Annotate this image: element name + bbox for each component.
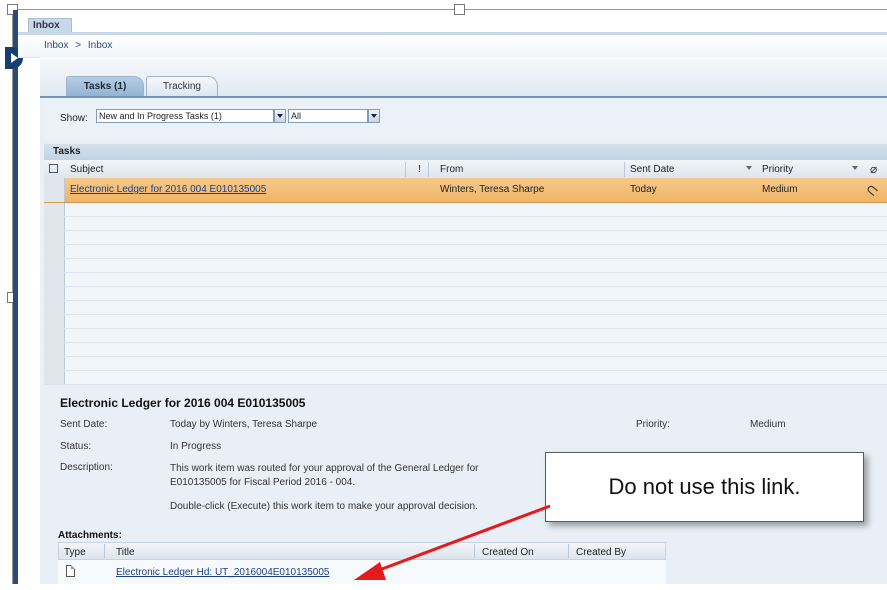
scope-filter-dropdown-icon[interactable] xyxy=(368,109,380,123)
table-row-empty xyxy=(44,273,887,287)
table-row-empty xyxy=(44,217,887,231)
priority-value: Medium xyxy=(750,419,786,430)
column-header-subject[interactable]: Subject xyxy=(70,164,103,175)
task-priority: Medium xyxy=(762,184,798,195)
column-header-flag[interactable]: ! xyxy=(418,164,421,175)
attachment-column-icon: ⌀ xyxy=(870,162,878,176)
inbox-tab[interactable]: Inbox xyxy=(28,18,72,32)
task-filter-dropdown-icon[interactable] xyxy=(274,109,286,123)
status-value: In Progress xyxy=(170,441,222,452)
column-separator xyxy=(104,544,105,558)
column-header-type[interactable]: Type xyxy=(64,547,86,558)
attachment-title-link[interactable]: Electronic Ledger Hd: UT_2016004E0101350… xyxy=(116,567,330,578)
task-filter-select[interactable]: New and In Progress Tasks (1) xyxy=(96,109,274,123)
column-header-from[interactable]: From xyxy=(440,164,463,175)
nav-strip xyxy=(13,10,18,584)
table-row-empty xyxy=(44,329,887,343)
column-header-priority[interactable]: Priority xyxy=(762,164,793,175)
table-row-empty xyxy=(44,245,887,259)
sent-date-value: Today by Winters, Teresa Sharpe xyxy=(170,419,318,430)
breadcrumb-bar xyxy=(18,35,887,58)
tasks-table-header xyxy=(44,160,887,179)
table-row-empty xyxy=(44,301,887,315)
row-selector[interactable] xyxy=(44,178,65,202)
description-text-1: This work item was routed for your appro… xyxy=(170,463,479,488)
task-subject-link[interactable]: Electronic Ledger for 2016 004 E01013500… xyxy=(70,184,266,195)
status-label: Status: xyxy=(60,441,92,452)
table-row-empty xyxy=(44,259,887,273)
column-header-title[interactable]: Title xyxy=(116,547,135,558)
column-separator xyxy=(624,162,625,177)
table-row-empty xyxy=(44,357,887,371)
priority-label: Priority: xyxy=(636,419,670,430)
details-title: Electronic Ledger for 2016 004 E01013500… xyxy=(60,396,306,410)
table-row-empty xyxy=(44,231,887,245)
table-row-empty xyxy=(44,315,887,329)
tab-tracking[interactable]: Tracking xyxy=(146,76,218,97)
selection-frame-top xyxy=(12,9,887,10)
callout-box: Do not use this link. xyxy=(545,452,864,522)
table-row-empty xyxy=(44,203,887,217)
task-from: Winters, Teresa Sharpe xyxy=(440,184,545,195)
resize-handle-top-middle[interactable] xyxy=(454,4,465,15)
sort-arrow-icon[interactable] xyxy=(746,166,752,170)
sort-arrow-icon[interactable] xyxy=(852,166,858,170)
task-sent-date: Today xyxy=(630,184,657,195)
breadcrumb-current: Inbox xyxy=(87,40,113,51)
scope-filter-select[interactable]: All xyxy=(288,109,368,123)
sent-date-label: Sent Date: xyxy=(60,419,108,430)
table-settings-icon[interactable] xyxy=(49,164,58,173)
attachments-label: Attachments: xyxy=(58,530,122,541)
table-row-empty xyxy=(44,287,887,301)
column-header-sent-date[interactable]: Sent Date xyxy=(630,164,674,175)
table-row-empty xyxy=(44,371,887,385)
tasks-section-title: Tasks xyxy=(44,144,887,160)
callout-arrow xyxy=(354,504,551,580)
breadcrumb-root[interactable]: Inbox xyxy=(44,40,68,51)
column-separator xyxy=(405,162,406,177)
description-label: Description: xyxy=(60,462,113,473)
show-label: Show: xyxy=(60,113,88,124)
table-row-empty xyxy=(44,343,887,357)
breadcrumb-separator: > xyxy=(75,40,82,51)
column-header-created-by[interactable]: Created By xyxy=(576,547,626,558)
tab-tasks[interactable]: Tasks (1) xyxy=(66,76,144,97)
document-icon xyxy=(66,565,75,577)
breadcrumb: Inbox > Inbox xyxy=(44,40,112,51)
column-separator xyxy=(428,162,429,177)
